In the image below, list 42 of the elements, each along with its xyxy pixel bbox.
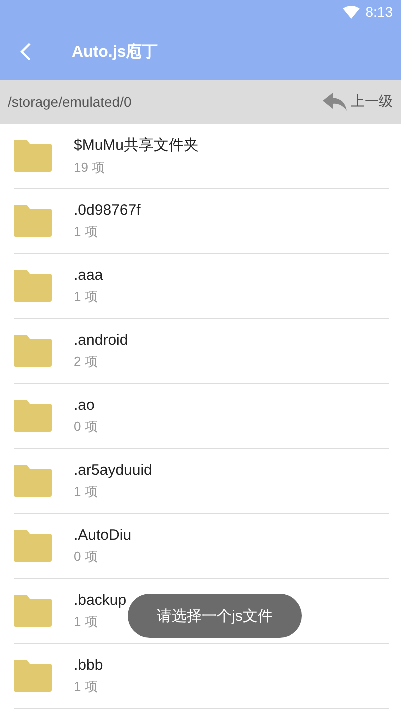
- wifi-icon: [342, 6, 360, 18]
- toast: 请选择一个js文件: [128, 594, 302, 638]
- folder-icon: [14, 270, 52, 302]
- folder-icon: [14, 140, 52, 172]
- folder-row[interactable]: .ar5ayduuid 1 项: [14, 449, 389, 514]
- folder-icon: [14, 660, 52, 692]
- path-text: /storage/emulated/0: [8, 94, 132, 110]
- toolbar-title: Auto.js庖丁: [72, 42, 158, 62]
- item-count: 1 项: [74, 612, 99, 630]
- folder-row[interactable]: $MuMu共享文件夹 19 项: [14, 124, 389, 189]
- folder-name: .bbb: [74, 656, 104, 674]
- folder-name: .AutoDiu: [74, 526, 132, 544]
- folder-name: .backup: [74, 592, 127, 608]
- folder-row[interactable]: .bbb 1 项: [14, 644, 389, 709]
- folder-name: $MuMu共享文件夹: [74, 136, 200, 154]
- folder-row[interactable]: .android 2 项: [14, 319, 389, 384]
- folder-row[interactable]: .AutoDiu 0 项: [14, 514, 389, 579]
- folder-icon: [14, 465, 52, 497]
- folder-name: .android: [74, 332, 128, 348]
- item-count: 1 项: [74, 288, 99, 306]
- folder-name: .ao: [74, 396, 96, 414]
- folder-icon: [14, 400, 52, 432]
- folder-icon: [14, 335, 52, 367]
- folder-row[interactable]: .ao 0 项: [14, 384, 389, 449]
- folder-icon: [14, 595, 52, 627]
- folder-name: .0d98767f: [74, 202, 141, 218]
- item-count: 0 项: [74, 548, 99, 566]
- item-count: 19 项: [74, 158, 106, 176]
- folder-row[interactable]: .0d98767f 1 项: [14, 189, 389, 254]
- item-count: 1 项: [74, 678, 99, 696]
- item-count: 1 项: [74, 222, 99, 240]
- item-count: 0 项: [74, 418, 98, 436]
- item-count: 1 项: [74, 482, 99, 500]
- item-count: 2 项: [74, 352, 99, 370]
- folder-icon: [14, 530, 52, 562]
- back-arrow-icon: [323, 93, 347, 111]
- folder-name: .aaa: [74, 266, 104, 284]
- folder-icon: [14, 205, 52, 237]
- up-button[interactable]: 上一级: [323, 93, 393, 111]
- folder-name: .ar5ayduuid: [74, 462, 152, 478]
- status-time: 8:13: [366, 4, 393, 20]
- folder-row[interactable]: .aaa 1 项: [14, 254, 389, 319]
